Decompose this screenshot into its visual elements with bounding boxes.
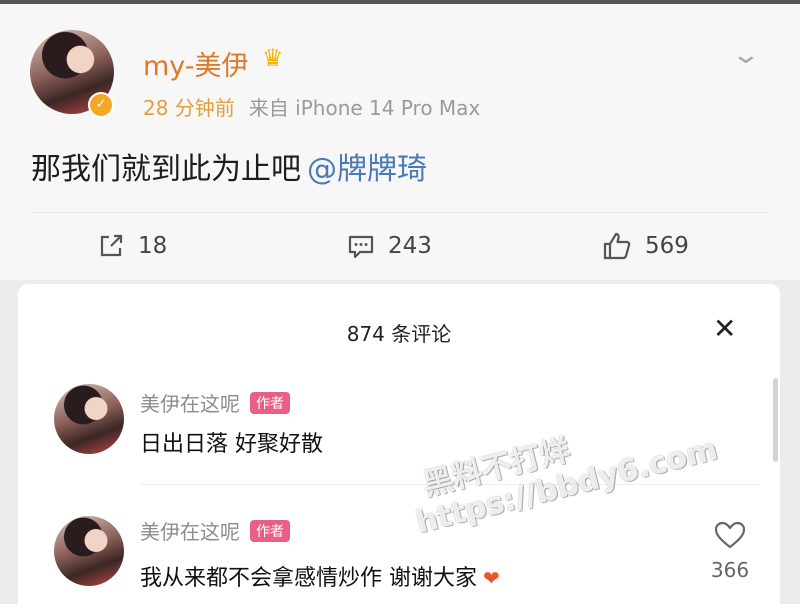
- comment-avatar[interactable]: [54, 384, 124, 454]
- thumbs-up-icon: [603, 232, 631, 260]
- scrollbar[interactable]: [773, 378, 778, 462]
- comment-icon: [348, 235, 374, 259]
- author-badge: 作者: [250, 520, 290, 542]
- comment-like-button[interactable]: 366: [706, 520, 754, 582]
- like-button[interactable]: 569: [601, 228, 689, 264]
- post-text: 那我们就到此为止吧 @牌牌琦: [31, 144, 427, 188]
- comments-sheet: 874 条评论 ✕ 美伊在这呢 作者 日出日落 好聚好散 美伊在这呢 作者 我从来都…: [18, 284, 780, 604]
- comment-body: 我从来都不会拿感情炒作 谢谢大家: [140, 566, 477, 591]
- post-source: 来自 iPhone 14 Pro Max: [248, 96, 481, 120]
- comment-divider: [140, 484, 760, 485]
- comment-avatar[interactable]: [54, 516, 124, 586]
- comment-author-name: 美伊在这呢: [140, 520, 240, 544]
- comment-author[interactable]: 美伊在这呢 作者: [140, 516, 290, 545]
- chevron-down-icon[interactable]: ⌄: [731, 40, 762, 70]
- crown-icon: ♛: [262, 44, 284, 72]
- comment-text: 我从来都不会拿感情炒作 谢谢大家 ❤: [140, 560, 500, 592]
- like-count: 569: [645, 233, 689, 259]
- post-time: 28 分钟前: [143, 96, 235, 120]
- comment-like-count: 366: [710, 558, 750, 582]
- comment-text: 日出日落 好聚好散: [140, 432, 323, 457]
- share-icon: [100, 234, 123, 257]
- author-badge: 作者: [250, 392, 290, 414]
- comment-button[interactable]: 243: [346, 228, 432, 264]
- heart-emoji-icon: ❤: [483, 566, 500, 590]
- post-author-name[interactable]: my-美伊: [143, 44, 249, 83]
- repost-count: 18: [138, 233, 168, 259]
- post-body: 那我们就到此为止吧: [31, 152, 301, 187]
- comments-title: 874 条评论: [346, 322, 452, 346]
- close-icon[interactable]: ✕: [713, 312, 736, 345]
- weibo-post-card: ✓ my-美伊 ♛ 28 分钟前 来自 iPhone 14 Pro Max ⌄ 那…: [0, 4, 800, 280]
- divider: [30, 212, 770, 213]
- post-meta: 28 分钟前 来自 iPhone 14 Pro Max: [143, 92, 480, 121]
- comment-author-name: 美伊在这呢: [140, 392, 240, 416]
- verified-badge-icon: ✓: [88, 92, 114, 118]
- comment-author[interactable]: 美伊在这呢 作者: [140, 388, 290, 417]
- mention-link[interactable]: @牌牌琦: [307, 152, 427, 187]
- heart-outline-icon: [714, 521, 746, 549]
- repost-button[interactable]: 18: [96, 228, 167, 264]
- comment-count: 243: [388, 233, 432, 259]
